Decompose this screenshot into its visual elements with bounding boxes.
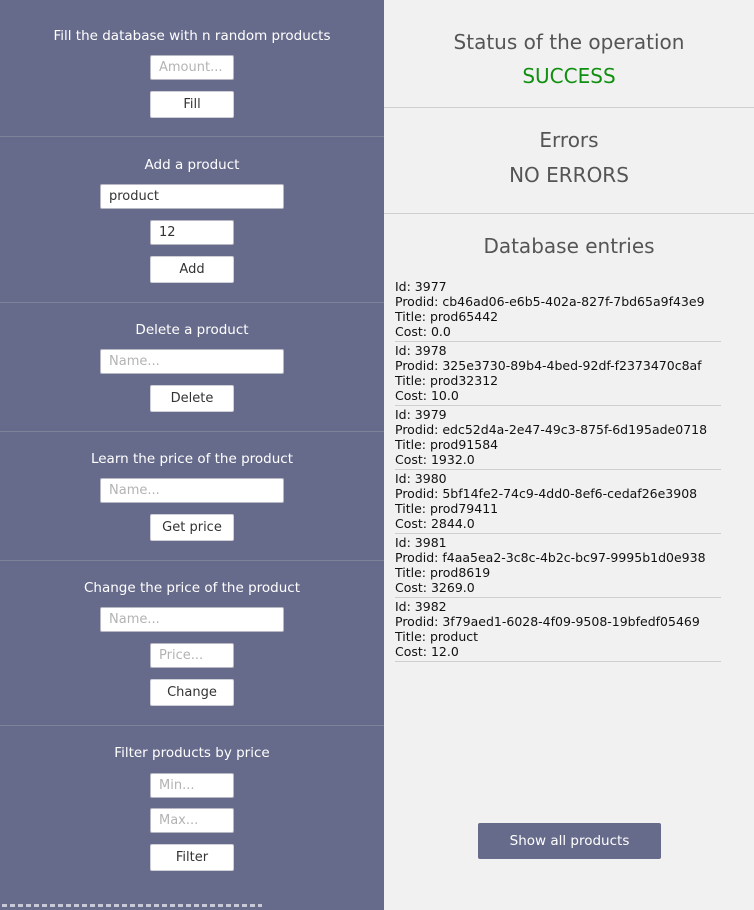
entry-id: Id: 3982 [395,599,447,614]
entry-title: Title: prod91584 [395,437,499,452]
entry-prodid: Prodid: cb46ad06-e6b5-402a-827f-7bd65a9f… [395,294,705,309]
add-button[interactable]: Add [150,256,234,283]
entry-cost: Cost: 10.0 [395,388,459,403]
control-panel: Fill the database with n random products… [0,0,384,910]
learn-price-section-title: Learn the price of the product [90,451,294,467]
entry-id: Id: 3981 [395,535,447,550]
amount-input[interactable] [150,55,234,80]
entry-title: Title: prod79411 [395,501,499,516]
entry-id: Id: 3977 [395,279,447,294]
entry-prodid: Prodid: 325e3730-89b4-4bed-92df-f2373470… [395,358,702,373]
get-price-button[interactable]: Get price [150,514,234,541]
errors-value: NO ERRORS [509,163,629,187]
change-price-section: Change the price of the product Change [0,561,384,726]
entry-title: Title: prod65442 [395,309,499,324]
entry-cost: Cost: 12.0 [395,644,459,659]
cut-off-bottom-text-fragment [2,904,262,907]
add-name-input[interactable] [100,184,284,209]
change-price-value-input[interactable] [150,643,234,668]
delete-section-title: Delete a product [135,322,249,338]
entry-id: Id: 3979 [395,407,447,422]
entry-prodid: Prodid: 5bf14fe2-74c9-4dd0-8ef6-cedaf26e… [395,486,698,501]
change-button[interactable]: Change [150,679,234,706]
errors-section: Errors NO ERRORS [384,108,754,214]
results-panel: Status of the operation SUCCESS Errors N… [384,0,754,910]
add-price-input[interactable] [150,220,234,245]
status-title: Status of the operation [453,30,685,54]
entry-prodid: Prodid: 3f79aed1-6028-4f09-9508-19bfedf0… [395,614,700,629]
database-entries-title: Database entries [483,234,655,258]
entry-title: Title: prod8619 [395,565,491,580]
list-item: Id: 3980 Prodid: 5bf14fe2-74c9-4dd0-8ef6… [395,470,721,534]
entry-id: Id: 3980 [395,471,447,486]
add-section-title: Add a product [144,157,240,173]
change-price-section-title: Change the price of the product [84,580,300,596]
fill-section: Fill the database with n random products… [0,0,384,137]
filter-section-title: Filter products by price [114,745,270,761]
delete-section: Delete a product Delete [0,303,384,432]
filter-section: Filter products by price Filter [0,726,384,903]
entry-cost: Cost: 2844.0 [395,516,475,531]
filter-button[interactable]: Filter [150,844,234,871]
learn-price-name-input[interactable] [100,478,284,503]
errors-title: Errors [539,128,599,152]
delete-name-input[interactable] [100,349,284,374]
list-item: Id: 3981 Prodid: f4aa5ea2-3c8c-4b2c-bc97… [395,534,721,598]
add-section: Add a product Add [0,137,384,303]
change-price-name-input[interactable] [100,607,284,632]
entry-id: Id: 3978 [395,343,447,358]
show-all-products-button[interactable]: Show all products [478,823,661,859]
entry-prodid: Prodid: edc52d4a-2e47-49c3-875f-6d195ade… [395,422,708,437]
fill-button[interactable]: Fill [150,91,234,118]
filter-max-input[interactable] [150,808,234,833]
entry-prodid: Prodid: f4aa5ea2-3c8c-4b2c-bc97-9995b1d0… [395,550,706,565]
delete-button[interactable]: Delete [150,385,234,412]
list-item: Id: 3982 Prodid: 3f79aed1-6028-4f09-9508… [395,598,721,662]
learn-price-section: Learn the price of the product Get price [0,432,384,561]
status-value: SUCCESS [522,64,616,88]
entry-cost: Cost: 3269.0 [395,580,475,595]
entry-cost: Cost: 1932.0 [395,452,475,467]
entry-title: Title: prod32312 [395,373,499,388]
entry-title: Title: product [395,629,479,644]
entry-cost: Cost: 0.0 [395,324,451,339]
list-item: Id: 3978 Prodid: 325e3730-89b4-4bed-92df… [395,342,721,406]
list-item: Id: 3977 Prodid: cb46ad06-e6b5-402a-827f… [395,278,721,342]
database-entries-list: Id: 3977 Prodid: cb46ad06-e6b5-402a-827f… [395,278,721,662]
fill-section-title: Fill the database with n random products [53,28,331,44]
list-item: Id: 3979 Prodid: edc52d4a-2e47-49c3-875f… [395,406,721,470]
cut-off-bottom-text [0,903,270,910]
filter-min-input[interactable] [150,773,234,798]
status-section: Status of the operation SUCCESS [384,0,754,108]
